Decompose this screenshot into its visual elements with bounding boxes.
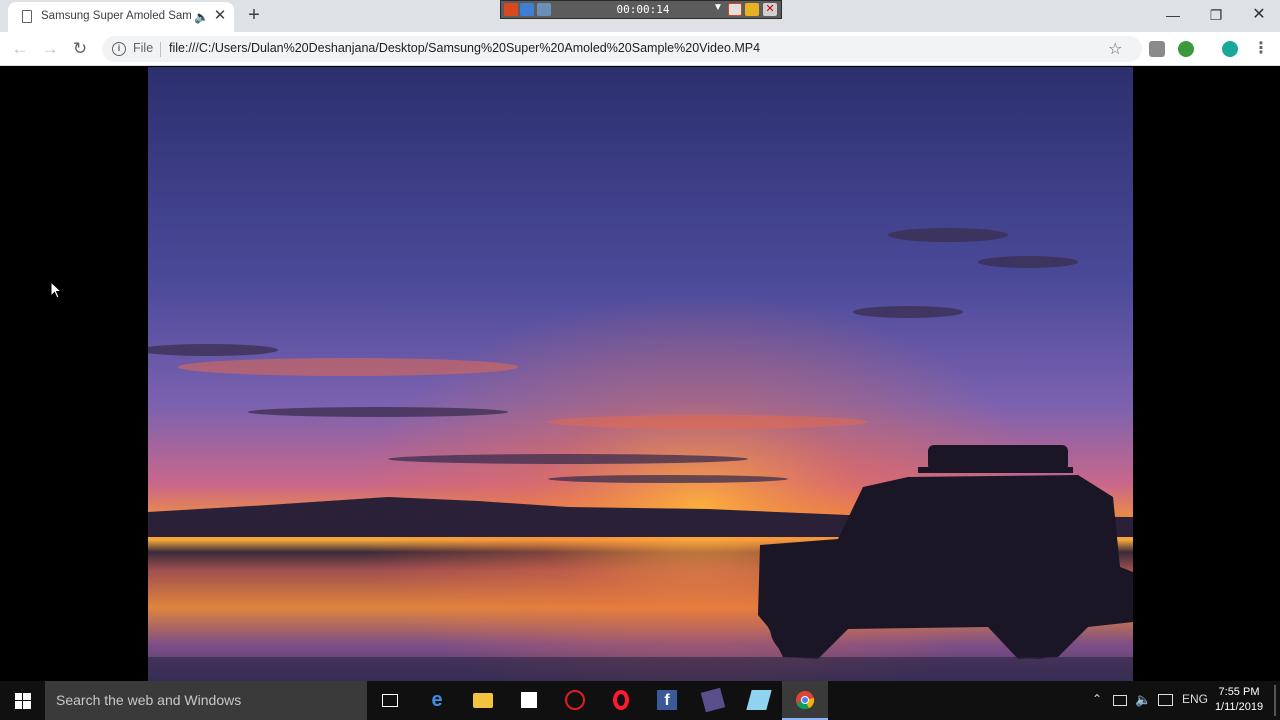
taskbar-clock[interactable]: 7:55 PM 1/11/2019: [1210, 685, 1268, 715]
extension-teal-icon[interactable]: [1222, 41, 1238, 57]
edge-icon: e: [431, 689, 443, 711]
browser-toolbar: ← → ↻ i File file:///C:/Users/Dulan%20De…: [0, 32, 1280, 66]
facebook-button[interactable]: f: [644, 681, 690, 720]
task-view-icon: [382, 694, 398, 707]
file-explorer-button[interactable]: [460, 681, 506, 720]
clock-date: 1/11/2019: [1214, 701, 1264, 713]
reload-button[interactable]: ↻: [68, 37, 92, 61]
extension-lock-icon[interactable]: [1149, 41, 1165, 57]
new-tab-button[interactable]: +: [243, 4, 265, 26]
info-icon[interactable]: i: [112, 42, 126, 56]
restore-button[interactable]: ❐: [1194, 0, 1238, 30]
store-button[interactable]: [506, 681, 552, 720]
blue-app-button[interactable]: [736, 681, 782, 720]
back-button[interactable]: ←: [8, 37, 32, 61]
stop-record-icon[interactable]: [504, 3, 518, 16]
video-editor-button[interactable]: [690, 681, 736, 720]
facebook-icon: f: [657, 690, 677, 710]
minimize-button[interactable]: —: [1151, 0, 1195, 30]
file-page-icon: [22, 10, 32, 23]
taskbar-search-box[interactable]: Search the web and Windows: [45, 681, 367, 720]
opera-icon: [613, 690, 629, 710]
chrome-icon: [796, 691, 815, 710]
language-indicator[interactable]: ENG: [1182, 692, 1208, 706]
menu-dots-icon[interactable]: ⋮: [1249, 37, 1273, 61]
video-frame[interactable]: [148, 67, 1133, 681]
forward-button[interactable]: →: [38, 37, 62, 61]
close-window-button[interactable]: ✕: [1237, 0, 1280, 30]
video-editor-icon: [700, 687, 726, 713]
browser-tab[interactable]: Samsung Super Amoled Sam 🔈 ✕: [8, 2, 234, 32]
show-hidden-icons-icon[interactable]: ⌃: [1092, 692, 1102, 706]
extension-green-icon[interactable]: [1178, 41, 1194, 57]
red-app-icon: [565, 690, 585, 710]
red-app-button[interactable]: [552, 681, 598, 720]
network-icon[interactable]: [1113, 695, 1127, 706]
recording-time: 00:00:14: [616, 3, 670, 16]
volume-icon[interactable]: 🔈: [1135, 692, 1151, 708]
search-placeholder: Search the web and Windows: [56, 692, 242, 708]
task-view-button[interactable]: [367, 681, 413, 720]
folder-icon: [473, 693, 493, 708]
speaker-icon[interactable]: 🔈: [194, 9, 210, 25]
recorder-lock-icon[interactable]: [745, 3, 759, 16]
tab-strip: Samsung Super Amoled Sam 🔈 ✕ + 00:00:14 …: [0, 0, 1280, 32]
clock-time: 7:55 PM: [1218, 686, 1260, 698]
tab-close-icon[interactable]: ✕: [212, 8, 228, 24]
recorder-refresh-icon[interactable]: [728, 3, 742, 16]
store-icon: [521, 692, 537, 708]
camera-icon[interactable]: [537, 3, 551, 16]
recorder-close-icon[interactable]: ✕: [763, 3, 777, 16]
address-bar[interactable]: i File file:///C:/Users/Dulan%20Deshanja…: [102, 36, 1142, 62]
address-separator: [160, 42, 161, 57]
screen-recorder-bar: 00:00:14 ▼ ✕: [500, 0, 782, 19]
mouse-cursor-icon: [50, 281, 62, 299]
show-desktop-button[interactable]: [1274, 685, 1276, 716]
edge-button[interactable]: e: [414, 681, 460, 720]
opera-button[interactable]: [598, 681, 644, 720]
blue-app-icon: [746, 690, 772, 710]
windows-logo-icon: [15, 693, 31, 709]
chrome-button[interactable]: [782, 681, 828, 720]
notification-icon[interactable]: [1158, 694, 1173, 706]
tab-title: Samsung Super Amoled Sam: [41, 10, 191, 22]
start-button[interactable]: [0, 681, 45, 720]
url-text[interactable]: file:///C:/Users/Dulan%20Deshanjana/Desk…: [169, 41, 760, 55]
recorder-dropdown-icon[interactable]: ▼: [713, 2, 723, 13]
pause-record-icon[interactable]: [520, 3, 534, 16]
windows-taskbar: Search the web and Windows e f ⌃ 🔈 ENG 7…: [0, 681, 1280, 720]
bookmark-star-icon[interactable]: ☆: [1108, 39, 1122, 59]
security-chip[interactable]: File: [133, 41, 153, 55]
